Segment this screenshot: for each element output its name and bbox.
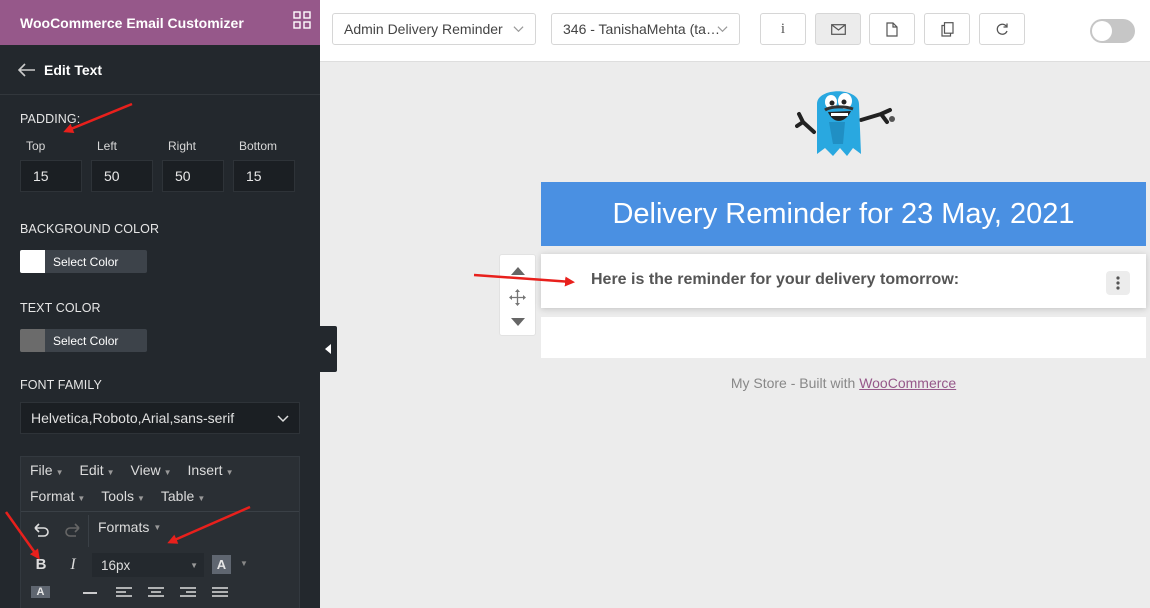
background-color-swatch — [20, 250, 45, 273]
editor-menubar-row1: File ▼ Edit ▼ View ▼ Insert ▼ — [21, 457, 299, 483]
menu-edit[interactable]: Edit ▼ — [79, 462, 114, 478]
align-right-icon[interactable] — [180, 587, 196, 597]
padding-bottom-group: Bottom 15 — [233, 139, 295, 192]
order-value: 346 - TanishaMehta (ta… — [563, 21, 720, 37]
footer-text: My Store - Built with — [730, 375, 856, 391]
menu-tools[interactable]: Tools ▼ — [101, 488, 145, 504]
copy-button[interactable] — [924, 13, 970, 45]
email-template-select[interactable]: Admin Delivery Reminder — [332, 13, 536, 45]
align-left-icon[interactable] — [116, 587, 132, 597]
kebab-menu-icon — [1116, 276, 1120, 290]
email-heading[interactable]: Delivery Reminder for 23 May, 2021 — [541, 182, 1146, 246]
document-icon — [886, 21, 898, 37]
document-button[interactable] — [869, 13, 915, 45]
rich-text-editor: File ▼ Edit ▼ View ▼ Insert ▼ Format ▼ Tools ▼… — [20, 456, 300, 608]
sidebar-header: WooCommerce Email Customizer — [0, 0, 320, 45]
chevron-down-icon — [277, 415, 289, 423]
padding-top-group: Top 15 — [20, 139, 82, 192]
chevron-down-icon — [717, 26, 728, 33]
drag-handle-icon[interactable] — [509, 289, 526, 306]
background-color-button-label: Select Color — [53, 254, 119, 269]
copy-icon — [940, 21, 954, 37]
menu-view[interactable]: View ▼ — [131, 462, 172, 478]
undo-icon[interactable] — [31, 521, 51, 539]
block-controls — [499, 254, 536, 336]
customizer-sidebar: WooCommerce Email Customizer Edit Text P… — [0, 0, 320, 608]
move-up-icon[interactable] — [511, 267, 525, 275]
app-title: WooCommerce Email Customizer — [20, 14, 244, 31]
email-body-text: Here is the reminder for your delivery t… — [591, 271, 960, 288]
padding-top-input[interactable]: 15 — [20, 160, 82, 192]
padding-top-label: Top — [26, 139, 46, 153]
preview-toolbar: Admin Delivery Reminder 346 - TanishaMeh… — [320, 0, 1150, 62]
toolbar-divider — [88, 515, 89, 547]
grid-icon[interactable] — [293, 11, 311, 29]
footer-woocommerce-link[interactable]: WooCommerce — [859, 375, 956, 391]
email-empty-block[interactable] — [541, 317, 1146, 358]
back-button[interactable]: Edit Text — [0, 45, 320, 95]
block-options-button[interactable] — [1106, 271, 1130, 295]
email-template-value: Admin Delivery Reminder — [344, 21, 503, 37]
padding-left-label: Left — [97, 139, 118, 153]
padding-left-group: Left 50 — [91, 139, 153, 192]
refresh-icon — [996, 23, 1008, 35]
text-color-swatch — [20, 329, 45, 352]
text-color-button[interactable]: Select Color — [20, 329, 147, 352]
italic-icon[interactable]: I — [65, 556, 81, 574]
text-color-icon[interactable]: A — [212, 555, 231, 574]
back-arrow-icon — [18, 62, 35, 77]
editor-menubar-row2: Format ▼ Tools ▼ Table ▼ — [21, 483, 299, 509]
horizontal-rule-icon[interactable] — [83, 590, 97, 596]
move-down-icon[interactable] — [511, 318, 525, 326]
order-select[interactable]: 346 - TanishaMehta (ta… — [551, 13, 740, 45]
toggle-knob — [1092, 21, 1112, 41]
text-color-label: TEXT COLOR — [20, 301, 101, 315]
menu-table[interactable]: Table ▼ — [161, 488, 205, 504]
store-logo — [795, 91, 895, 156]
background-color-label: BACKGROUND COLOR — [20, 222, 160, 236]
redo-icon[interactable] — [63, 521, 83, 539]
email-text-block[interactable]: Here is the reminder for your delivery t… — [541, 254, 1146, 308]
background-color-button[interactable]: Select Color — [20, 250, 147, 273]
font-family-label: FONT FAMILY — [20, 378, 102, 392]
padding-left-input[interactable]: 50 — [91, 160, 153, 192]
formats-dropdown[interactable]: Formats ▼ — [98, 519, 161, 535]
padding-right-input[interactable]: 50 — [162, 160, 224, 192]
preview-toggle[interactable] — [1090, 19, 1135, 43]
reset-button[interactable] — [979, 13, 1025, 45]
text-color-caret-icon[interactable]: ▼ — [240, 559, 248, 568]
padding-right-label: Right — [168, 139, 197, 153]
align-center-icon[interactable] — [148, 587, 164, 597]
email-button[interactable] — [815, 13, 861, 45]
envelope-icon — [830, 23, 846, 35]
align-justify-icon[interactable] — [212, 587, 228, 597]
font-family-value: Helvetica,Roboto,Arial,sans-serif — [31, 410, 235, 426]
email-footer: My Store - Built with WooCommerce — [541, 375, 1146, 391]
panel-title: Edit Text — [44, 61, 103, 78]
menu-insert[interactable]: Insert ▼ — [188, 462, 234, 478]
padding-bottom-label: Bottom — [239, 139, 278, 153]
collapse-sidebar-button[interactable] — [320, 326, 337, 372]
bold-icon[interactable]: B — [33, 556, 49, 573]
caret-left-icon — [325, 344, 331, 354]
text-color-button-label: Select Color — [53, 333, 119, 348]
highlight-color-icon[interactable]: A — [31, 586, 50, 598]
padding-bottom-input[interactable]: 15 — [233, 160, 295, 192]
formats-label: Formats — [98, 519, 150, 535]
chevron-down-icon — [513, 26, 524, 33]
info-icon: i — [780, 20, 786, 37]
padding-right-group: Right 50 — [162, 139, 224, 192]
padding-label: PADDING: — [20, 112, 81, 126]
menu-file[interactable]: File ▼ — [30, 462, 63, 478]
font-family-select[interactable]: Helvetica,Roboto,Arial,sans-serif — [20, 402, 300, 434]
info-button[interactable]: i — [760, 13, 806, 45]
menu-format[interactable]: Format ▼ — [30, 488, 85, 504]
font-size-select[interactable]: 16px ▼ — [92, 553, 204, 577]
font-size-value: 16px — [101, 557, 131, 573]
